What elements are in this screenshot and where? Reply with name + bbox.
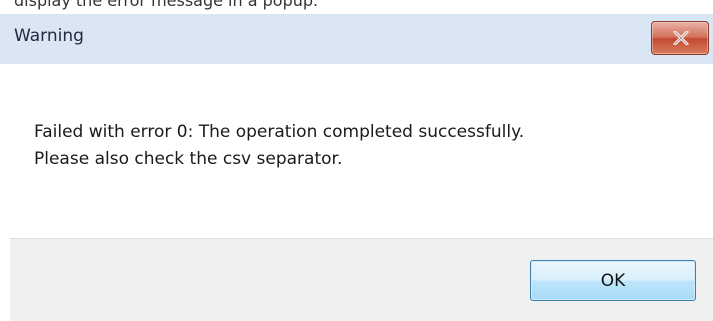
warning-dialog: Warning Failed with error 0: The operati…: [0, 14, 713, 321]
error-message-line-1: Failed with error 0: The operation compl…: [34, 122, 525, 142]
error-message: Failed with error 0: The operation compl…: [34, 119, 524, 173]
close-x-icon: [673, 31, 689, 45]
dialog-title: Warning: [14, 26, 84, 46]
error-message-line-2: Please also check the csv separator.: [34, 149, 343, 169]
ok-button[interactable]: OK: [530, 260, 696, 301]
dialog-content: Failed with error 0: The operation compl…: [10, 64, 713, 238]
background-caption: display the error message in a popup.: [0, 0, 713, 14]
background-caption-text: display the error message in a popup.: [14, 0, 319, 10]
dialog-footer: OK: [10, 238, 713, 321]
dialog-titlebar[interactable]: Warning: [0, 14, 713, 64]
close-button[interactable]: [651, 21, 709, 55]
